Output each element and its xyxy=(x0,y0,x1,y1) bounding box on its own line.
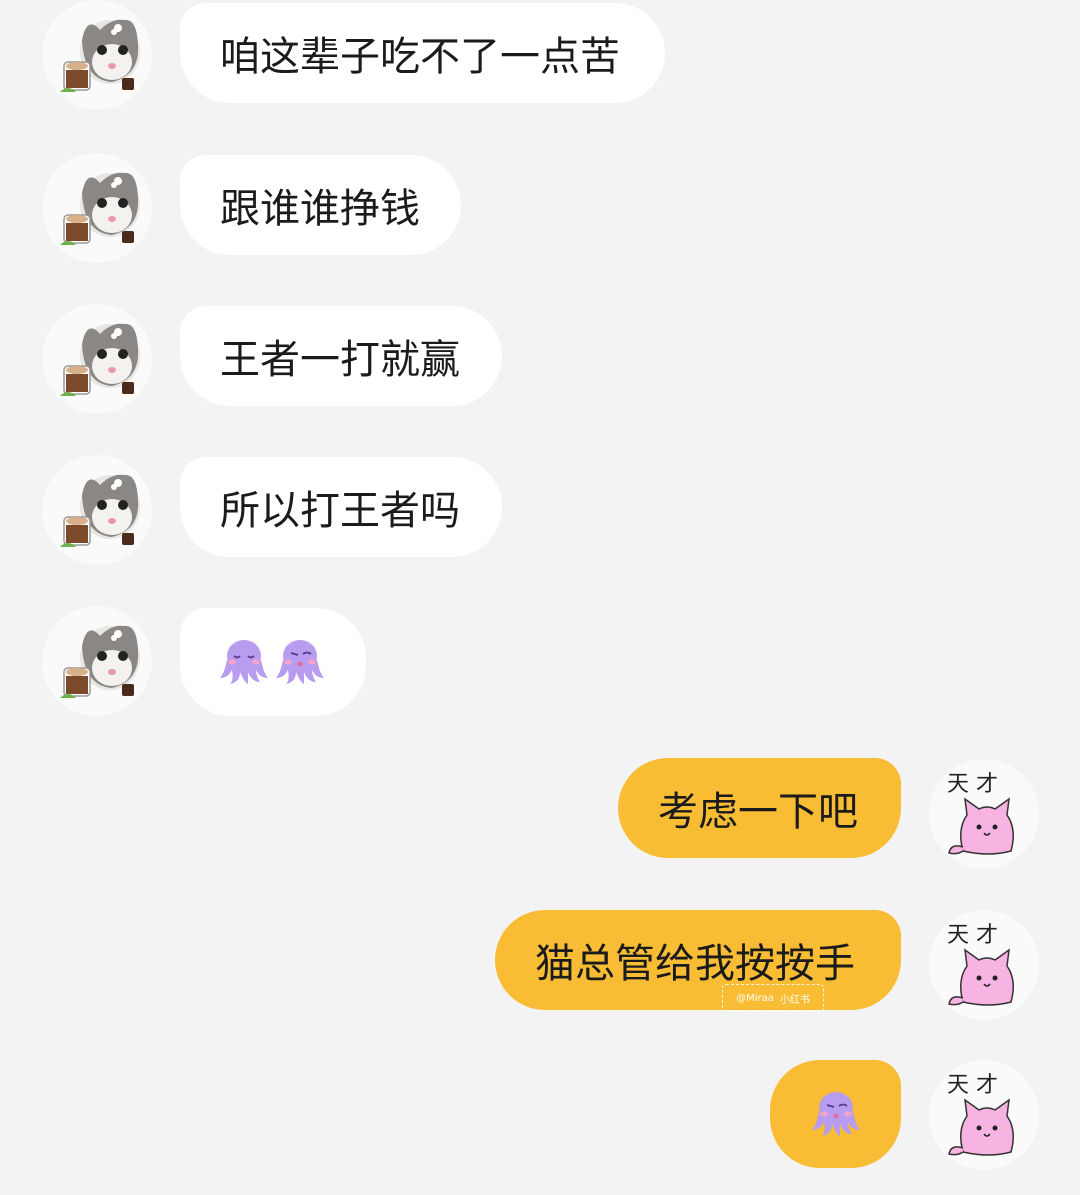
pink-cat-tiancai-avatar-icon: 天 才 xyxy=(947,772,1014,855)
cat-coffee-avatar-icon xyxy=(60,19,140,92)
watermark: @Miraa 小红书 xyxy=(722,984,824,1012)
message-bubble[interactable]: 猫总管给我按按手 xyxy=(495,910,901,1010)
cat-coffee-avatar-icon xyxy=(60,323,140,396)
cat-coffee-avatar-icon xyxy=(60,172,140,245)
my-avatar[interactable]: 天 才 xyxy=(929,759,1039,869)
watermark-handle: @Miraa xyxy=(736,992,774,1004)
cat-avatar[interactable] xyxy=(42,304,152,414)
cat-avatar[interactable] xyxy=(42,0,152,110)
message-bubble[interactable]: 考虑一下吧 xyxy=(618,758,901,858)
octopus-blush-icon xyxy=(812,1092,860,1136)
sticker-bubble[interactable] xyxy=(770,1060,901,1168)
octopus-sleepy-icon xyxy=(220,640,268,684)
my-avatar[interactable]: 天 才 xyxy=(929,1060,1039,1170)
chat-window: 咱这辈子吃不了一点苦 跟谁谁挣钱 王者一打就赢 所以打王者吗 考虑一下吧 天 才… xyxy=(0,0,1080,1195)
cat-avatar[interactable] xyxy=(42,606,152,716)
message-bubble[interactable]: 王者一打就赢 xyxy=(180,306,502,406)
cat-coffee-avatar-icon xyxy=(60,474,140,547)
message-text: 所以打王者吗 xyxy=(220,488,460,534)
message-bubble[interactable]: 所以打王者吗 xyxy=(180,457,502,557)
cat-coffee-avatar-icon xyxy=(60,625,140,698)
pink-cat-tiancai-avatar-icon: 天 才 xyxy=(947,923,1014,1006)
cat-avatar[interactable] xyxy=(42,455,152,565)
sticker-bubble[interactable] xyxy=(180,608,366,716)
message-text: 跟谁谁挣钱 xyxy=(220,186,420,232)
watermark-brand: 小红书 xyxy=(779,994,810,1006)
avatar-label: 天 才 xyxy=(947,1073,998,1098)
message-text: 咱这辈子吃不了一点苦 xyxy=(220,34,620,80)
message-bubble[interactable]: 跟谁谁挣钱 xyxy=(180,155,461,255)
cat-avatar[interactable] xyxy=(42,153,152,263)
my-avatar[interactable]: 天 才 xyxy=(929,910,1039,1020)
pink-cat-tiancai-avatar-icon: 天 才 xyxy=(947,1073,1014,1156)
message-text: 考虑一下吧 xyxy=(658,789,858,835)
octopus-blush-icon xyxy=(276,640,324,684)
message-bubble[interactable]: 咱这辈子吃不了一点苦 xyxy=(180,3,665,103)
avatar-label: 天 才 xyxy=(947,772,998,797)
avatar-label: 天 才 xyxy=(947,923,998,948)
message-text: 王者一打就赢 xyxy=(220,337,460,383)
message-text: 猫总管给我按按手 xyxy=(535,941,855,987)
